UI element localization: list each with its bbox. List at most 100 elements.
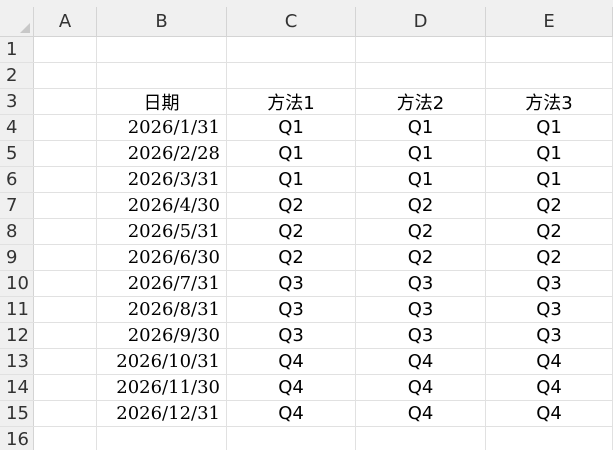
cell-d7[interactable]: Q2 xyxy=(356,193,486,218)
cell-b5[interactable]: 2026/2/28 xyxy=(97,141,227,166)
row-header[interactable]: 2 xyxy=(0,63,34,88)
row-header[interactable]: 3 xyxy=(0,89,34,114)
cell-e9[interactable]: Q2 xyxy=(486,245,613,270)
cell-a15[interactable] xyxy=(34,401,97,426)
row-header[interactable]: 8 xyxy=(0,219,34,244)
cell-d16[interactable] xyxy=(356,427,486,450)
cell-c2[interactable] xyxy=(227,63,356,88)
cell-d13[interactable]: Q4 xyxy=(356,349,486,374)
cell-b16[interactable] xyxy=(97,427,227,450)
cell-b10[interactable]: 2026/7/31 xyxy=(97,271,227,296)
cell-a6[interactable] xyxy=(34,167,97,192)
cell-b7[interactable]: 2026/4/30 xyxy=(97,193,227,218)
row-header[interactable]: 15 xyxy=(0,401,34,426)
cell-a7[interactable] xyxy=(34,193,97,218)
cell-d1[interactable] xyxy=(356,37,486,62)
cell-b6[interactable]: 2026/3/31 xyxy=(97,167,227,192)
cell-a14[interactable] xyxy=(34,375,97,400)
cell-e15[interactable]: Q4 xyxy=(486,401,613,426)
cell-b2[interactable] xyxy=(97,63,227,88)
row-header[interactable]: 12 xyxy=(0,323,34,348)
row-header[interactable]: 5 xyxy=(0,141,34,166)
cell-c1[interactable] xyxy=(227,37,356,62)
cell-d14[interactable]: Q4 xyxy=(356,375,486,400)
cell-d6[interactable]: Q1 xyxy=(356,167,486,192)
cell-d8[interactable]: Q2 xyxy=(356,219,486,244)
row-header[interactable]: 7 xyxy=(0,193,34,218)
cell-e12[interactable]: Q3 xyxy=(486,323,613,348)
cell-a5[interactable] xyxy=(34,141,97,166)
row-header[interactable]: 14 xyxy=(0,375,34,400)
cell-e10[interactable]: Q3 xyxy=(486,271,613,296)
row-header[interactable]: 10 xyxy=(0,271,34,296)
cell-c5[interactable]: Q1 xyxy=(227,141,356,166)
cell-c14[interactable]: Q4 xyxy=(227,375,356,400)
column-header-e[interactable]: E xyxy=(486,7,613,36)
cell-c4[interactable]: Q1 xyxy=(227,115,356,140)
row-header[interactable]: 4 xyxy=(0,115,34,140)
cell-c6[interactable]: Q1 xyxy=(227,167,356,192)
cell-e1[interactable] xyxy=(486,37,613,62)
cell-a9[interactable] xyxy=(34,245,97,270)
cell-a11[interactable] xyxy=(34,297,97,322)
cell-e2[interactable] xyxy=(486,63,613,88)
cell-b1[interactable] xyxy=(97,37,227,62)
row-header[interactable]: 1 xyxy=(0,37,34,62)
cell-c11[interactable]: Q3 xyxy=(227,297,356,322)
cell-b14[interactable]: 2026/11/30 xyxy=(97,375,227,400)
cell-c10[interactable]: Q3 xyxy=(227,271,356,296)
cell-d5[interactable]: Q1 xyxy=(356,141,486,166)
cell-a1[interactable] xyxy=(34,37,97,62)
cell-e16[interactable] xyxy=(486,427,613,450)
cell-b12[interactable]: 2026/9/30 xyxy=(97,323,227,348)
cell-b15[interactable]: 2026/12/31 xyxy=(97,401,227,426)
cell-c8[interactable]: Q2 xyxy=(227,219,356,244)
cell-c16[interactable] xyxy=(227,427,356,450)
cell-b4[interactable]: 2026/1/31 xyxy=(97,115,227,140)
row-header[interactable]: 16 xyxy=(0,427,34,450)
select-all-button[interactable] xyxy=(0,7,34,36)
cell-e13[interactable]: Q4 xyxy=(486,349,613,374)
row-header[interactable]: 13 xyxy=(0,349,34,374)
cell-b13[interactable]: 2026/10/31 xyxy=(97,349,227,374)
cell-d15[interactable]: Q4 xyxy=(356,401,486,426)
row-header[interactable]: 11 xyxy=(0,297,34,322)
cell-d12[interactable]: Q3 xyxy=(356,323,486,348)
cell-a3[interactable] xyxy=(34,89,97,114)
cell-a2[interactable] xyxy=(34,63,97,88)
cell-e5[interactable]: Q1 xyxy=(486,141,613,166)
column-header-c[interactable]: C xyxy=(227,7,356,36)
cell-d9[interactable]: Q2 xyxy=(356,245,486,270)
cell-a13[interactable] xyxy=(34,349,97,374)
cell-a4[interactable] xyxy=(34,115,97,140)
cell-e11[interactable]: Q3 xyxy=(486,297,613,322)
cell-c3[interactable]: 方法1 xyxy=(227,89,356,114)
cell-a8[interactable] xyxy=(34,219,97,244)
cell-c15[interactable]: Q4 xyxy=(227,401,356,426)
cell-d4[interactable]: Q1 xyxy=(356,115,486,140)
cell-a10[interactable] xyxy=(34,271,97,296)
row-header[interactable]: 9 xyxy=(0,245,34,270)
cell-e8[interactable]: Q2 xyxy=(486,219,613,244)
column-header-d[interactable]: D xyxy=(356,7,486,36)
cell-c13[interactable]: Q4 xyxy=(227,349,356,374)
cell-e6[interactable]: Q1 xyxy=(486,167,613,192)
column-header-b[interactable]: B xyxy=(97,7,227,36)
cell-e4[interactable]: Q1 xyxy=(486,115,613,140)
cell-c7[interactable]: Q2 xyxy=(227,193,356,218)
cell-d10[interactable]: Q3 xyxy=(356,271,486,296)
cell-d3[interactable]: 方法2 xyxy=(356,89,486,114)
cell-c9[interactable]: Q2 xyxy=(227,245,356,270)
cell-b9[interactable]: 2026/6/30 xyxy=(97,245,227,270)
cell-a16[interactable] xyxy=(34,427,97,450)
cell-d11[interactable]: Q3 xyxy=(356,297,486,322)
cell-b11[interactable]: 2026/8/31 xyxy=(97,297,227,322)
cell-a12[interactable] xyxy=(34,323,97,348)
cell-d2[interactable] xyxy=(356,63,486,88)
cell-e3[interactable]: 方法3 xyxy=(486,89,613,114)
cell-c12[interactable]: Q3 xyxy=(227,323,356,348)
cell-e14[interactable]: Q4 xyxy=(486,375,613,400)
cell-b3[interactable]: 日期 xyxy=(97,89,227,114)
row-header[interactable]: 6 xyxy=(0,167,34,192)
cell-e7[interactable]: Q2 xyxy=(486,193,613,218)
